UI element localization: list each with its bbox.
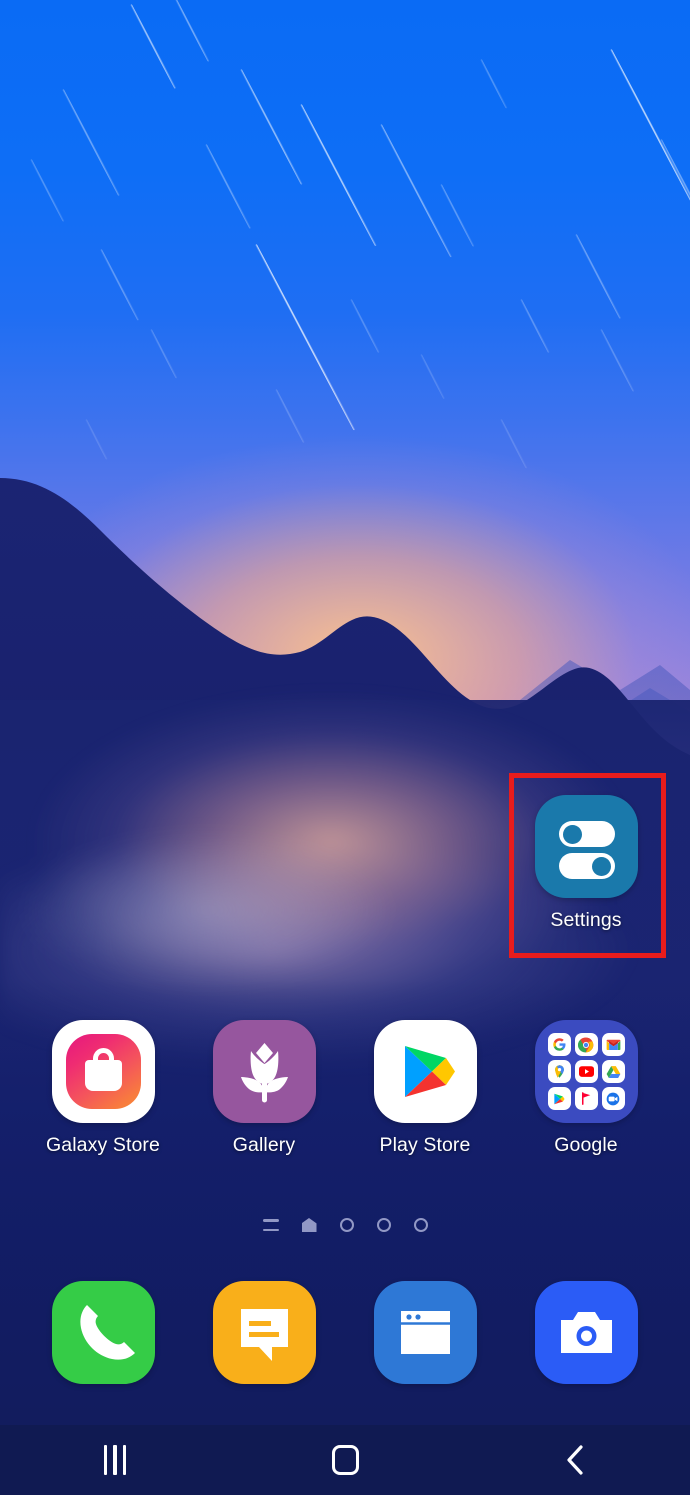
gallery-flower-icon[interactable] xyxy=(212,1020,316,1123)
app-icon-galaxy-store[interactable]: Galaxy Store xyxy=(33,1020,173,1157)
chrome-icon xyxy=(574,1033,598,1056)
dock-icon-browser[interactable] xyxy=(355,1281,495,1384)
page-dot-2[interactable] xyxy=(376,1218,391,1232)
app-icon-gallery[interactable]: Gallery xyxy=(194,1020,334,1157)
app-icon-play-store[interactable]: Play Store xyxy=(355,1020,495,1157)
lines-icon[interactable] xyxy=(262,1219,279,1231)
toggle-switch-bottom xyxy=(558,853,615,879)
youtube-icon xyxy=(574,1060,598,1083)
gmail-icon xyxy=(601,1033,625,1056)
page-dot-1[interactable] xyxy=(339,1218,354,1232)
navigation-bar xyxy=(0,1425,690,1495)
phone-handset-icon[interactable] xyxy=(51,1281,155,1384)
message-bubble-glyph xyxy=(240,1309,288,1361)
galaxy-store-bag xyxy=(84,1060,122,1091)
wallpaper xyxy=(0,0,690,1425)
dock-icon-camera[interactable] xyxy=(516,1281,656,1384)
app-label-play-store: Play Store xyxy=(379,1134,471,1156)
play-store-icon xyxy=(547,1087,571,1110)
app-icon-settings[interactable]: Settings xyxy=(516,795,656,932)
app-label-settings: Settings xyxy=(550,909,622,931)
dock-icon-messages[interactable] xyxy=(194,1281,334,1384)
browser-window-icon[interactable] xyxy=(373,1281,477,1384)
phone-screen: Settings Galaxy Store Gallery Play Store… xyxy=(0,0,690,1495)
settings-toggles-icon[interactable] xyxy=(534,795,638,898)
google-g-icon xyxy=(547,1033,571,1056)
page-dot-3[interactable] xyxy=(413,1218,428,1232)
duo-icon xyxy=(601,1087,625,1110)
google-folder-icon[interactable] xyxy=(534,1020,638,1123)
play-store-icon[interactable] xyxy=(373,1020,477,1123)
gallery-tulip-glyph xyxy=(240,1043,288,1103)
maps-pin-icon xyxy=(547,1060,571,1083)
page-indicator xyxy=(0,1218,690,1232)
camera-icon[interactable] xyxy=(534,1281,638,1384)
youtube-music-icon xyxy=(574,1087,598,1110)
home-square-icon xyxy=(331,1445,359,1475)
phone-handset-glyph xyxy=(79,1305,135,1360)
nav-home-button[interactable] xyxy=(230,1425,460,1495)
app-label-galaxy-store: Galaxy Store xyxy=(46,1134,160,1156)
app-label-google-folder: Google xyxy=(554,1134,618,1156)
browser-window-glyph xyxy=(400,1311,450,1354)
drive-icon xyxy=(601,1060,625,1083)
play-store-triangle-glyph xyxy=(404,1046,455,1097)
folder-mini-grid xyxy=(547,1033,625,1110)
nav-back-button[interactable] xyxy=(460,1425,690,1495)
back-chevron-icon xyxy=(567,1445,583,1475)
nav-recents-button[interactable] xyxy=(0,1425,230,1495)
galaxy-store-icon[interactable] xyxy=(51,1020,155,1123)
home-house-icon[interactable] xyxy=(301,1218,317,1232)
app-folder-google[interactable]: Google xyxy=(516,1020,656,1157)
dock-icon-phone[interactable] xyxy=(33,1281,173,1384)
camera-glyph xyxy=(560,1312,612,1353)
app-label-gallery: Gallery xyxy=(232,1134,296,1156)
recents-bars-icon xyxy=(103,1445,127,1475)
message-bubble-icon[interactable] xyxy=(212,1281,316,1384)
toggle-switch-top xyxy=(558,821,615,847)
